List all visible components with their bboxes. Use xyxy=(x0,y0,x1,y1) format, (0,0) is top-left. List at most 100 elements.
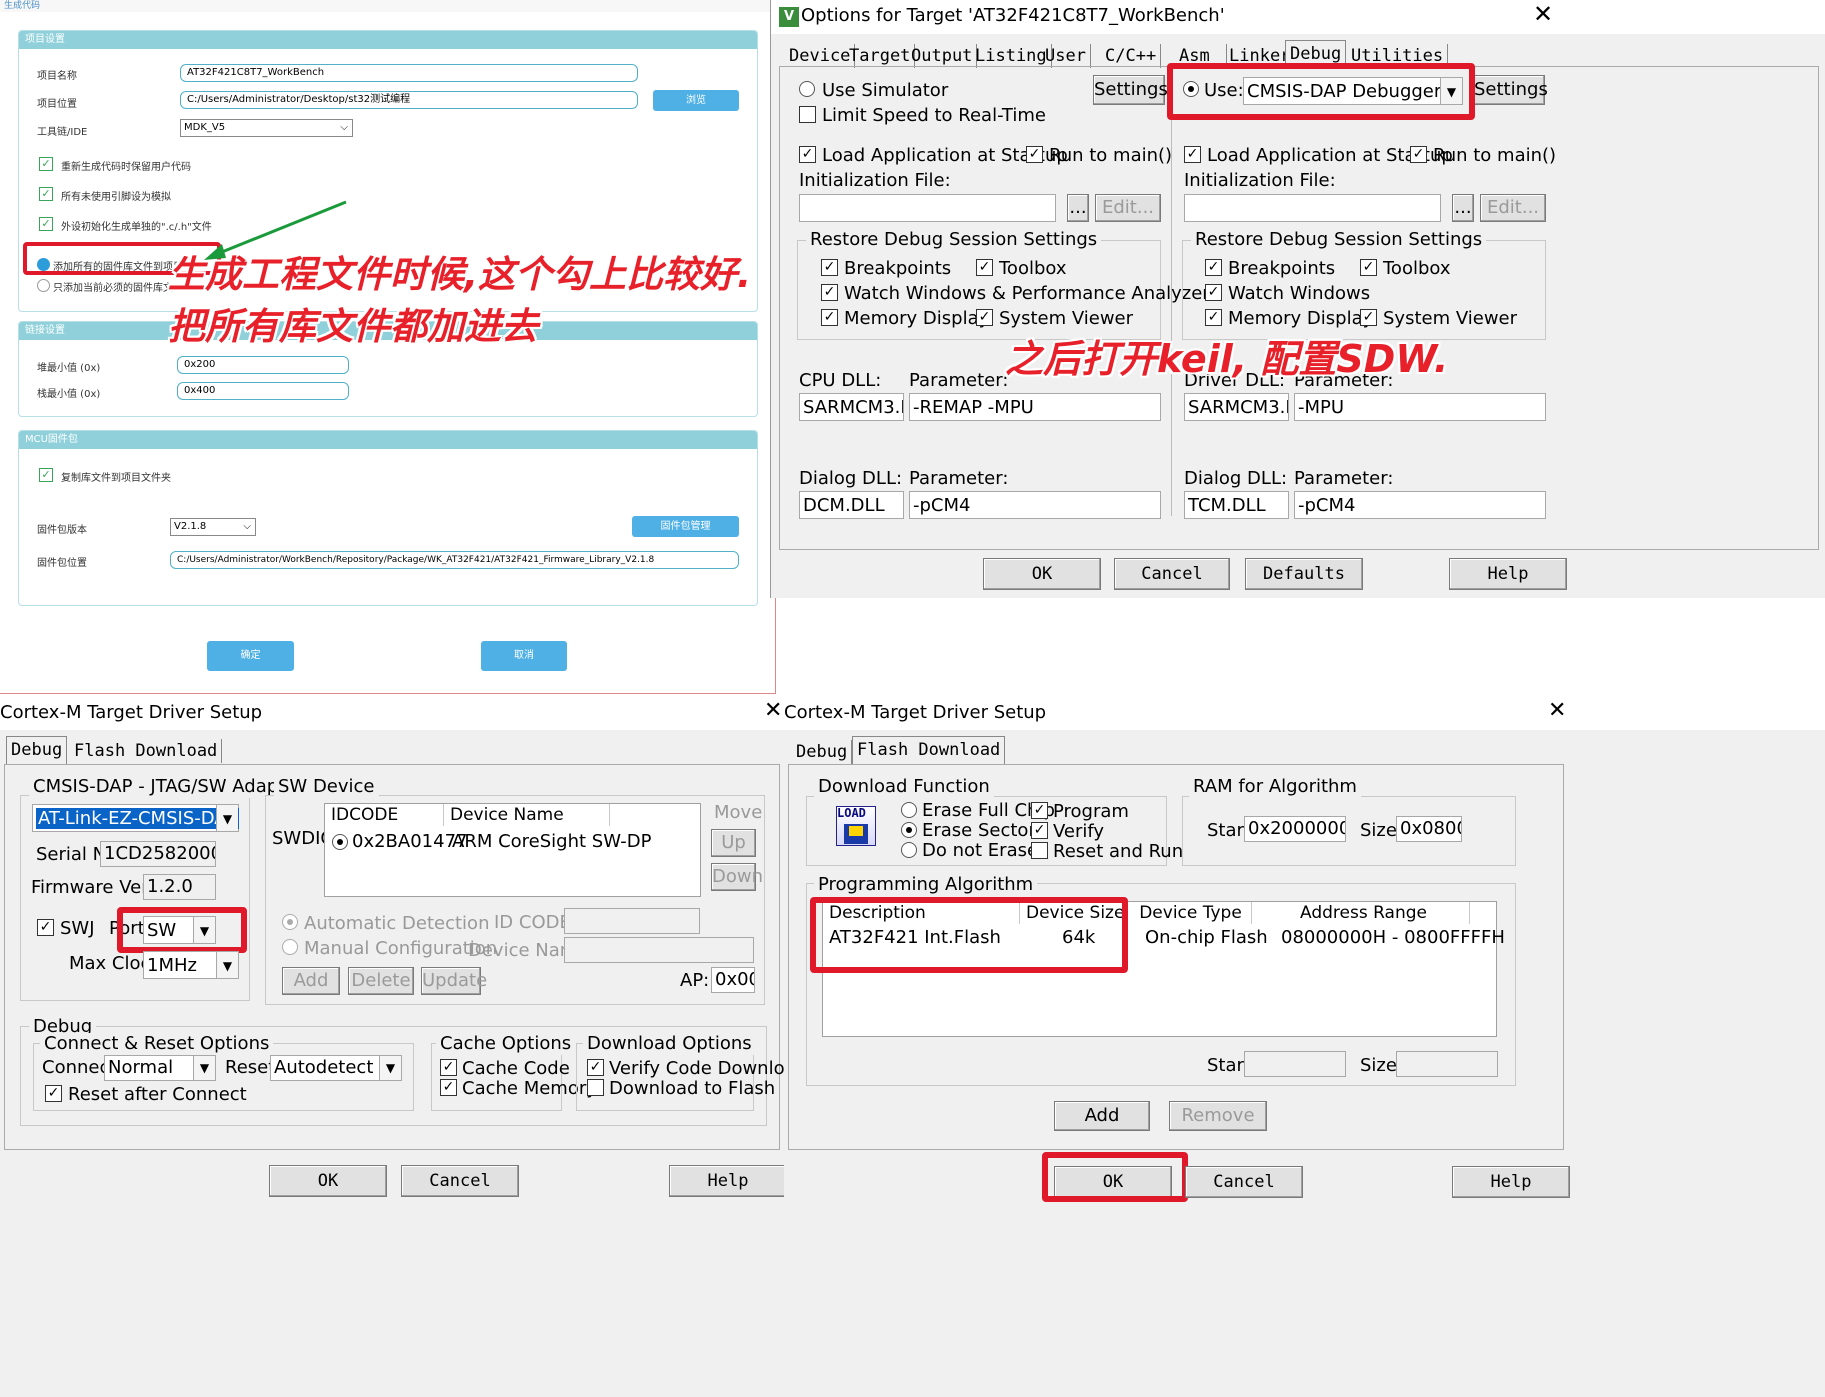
verify-download-checkbox[interactable]: ✓ xyxy=(587,1059,604,1076)
help-button[interactable]: Help xyxy=(1449,558,1567,590)
download-flash-checkbox[interactable] xyxy=(587,1079,604,1096)
tab-listing[interactable]: Listing xyxy=(971,44,1052,68)
down-button[interactable]: Down xyxy=(711,863,763,891)
cache-code-checkbox[interactable]: ✓ xyxy=(440,1059,457,1076)
tab-debug[interactable]: Debug xyxy=(6,736,68,764)
algo-start-input[interactable] xyxy=(1244,1051,1346,1077)
breakpoints-checkbox[interactable]: ✓ xyxy=(821,259,838,276)
up-button[interactable]: Up xyxy=(711,829,756,857)
cancel-button[interactable]: Cancel xyxy=(1185,1166,1303,1198)
tab-flash-download[interactable]: Flash Download xyxy=(852,736,1006,764)
ap-input[interactable]: 0x00 xyxy=(711,967,755,993)
auto-detect-radio[interactable] xyxy=(282,914,298,930)
unused-pins-analog-checkbox[interactable]: ✓ xyxy=(39,187,53,201)
init-file-browse-button[interactable]: ... xyxy=(1067,194,1089,222)
max-clock-select[interactable]: 1MHz ▼ xyxy=(143,951,239,979)
cancel-button[interactable]: 取消 xyxy=(481,641,567,671)
add-required-libs-radio[interactable] xyxy=(37,279,50,292)
init-file-browse-button-right[interactable]: ... xyxy=(1452,194,1474,222)
watch-perf-checkbox[interactable]: ✓ xyxy=(821,284,838,301)
defaults-button[interactable]: Defaults xyxy=(1245,558,1363,590)
reset-select[interactable]: Autodetect ▼ xyxy=(270,1055,402,1081)
project-path-input[interactable]: C:/Users/Administrator/Desktop/st32测试编程 xyxy=(180,91,638,109)
program-checkbox[interactable]: ✓ xyxy=(1031,802,1048,819)
cancel-button[interactable]: Cancel xyxy=(1114,558,1230,590)
cancel-button[interactable]: Cancel xyxy=(401,1165,519,1197)
reset-after-connect-checkbox[interactable]: ✓ xyxy=(45,1085,62,1102)
erase-sectors-radio[interactable] xyxy=(901,822,917,838)
heap-input[interactable]: 0x200 xyxy=(177,356,349,374)
tab-target[interactable]: Target xyxy=(845,44,916,68)
ram-start-input[interactable]: 0x20000000 xyxy=(1244,816,1346,842)
project-name-input[interactable]: AT32F421C8T7_WorkBench xyxy=(180,64,638,82)
dialog-param-input[interactable]: -pCM4 xyxy=(909,491,1161,519)
init-file-edit-button[interactable]: Edit... xyxy=(1095,194,1161,222)
limit-speed-checkbox[interactable] xyxy=(799,106,816,123)
system-viewer-checkbox[interactable]: ✓ xyxy=(976,309,993,326)
erase-full-radio[interactable] xyxy=(901,802,917,818)
connect-select[interactable]: Normal ▼ xyxy=(104,1055,216,1081)
fw-path-input[interactable]: C:/Users/Administrator/WorkBench/Reposit… xyxy=(170,551,739,569)
debugger-settings-button[interactable]: Settings xyxy=(1473,75,1548,105)
no-erase-radio[interactable] xyxy=(901,842,917,858)
tab-debug[interactable]: Debug xyxy=(792,740,853,764)
memory-display-checkbox[interactable]: ✓ xyxy=(821,309,838,326)
swj-checkbox[interactable]: ✓ xyxy=(37,919,54,936)
manual-config-radio[interactable] xyxy=(282,939,298,955)
tab-flash-download[interactable]: Flash Download xyxy=(70,739,223,763)
sw-device-list[interactable]: IDCODE Device Name 0x2BA01477 ARM CoreSi… xyxy=(324,803,701,897)
dialog-param-input-right[interactable]: -pCM4 xyxy=(1294,491,1546,519)
device-name-input[interactable] xyxy=(564,937,754,963)
close-icon[interactable]: ✕ xyxy=(1533,0,1553,28)
algo-size-input[interactable] xyxy=(1396,1051,1498,1077)
load-app-checkbox-right[interactable]: ✓ xyxy=(1184,146,1201,163)
dialog-dll-input-right[interactable]: TCM.DLL xyxy=(1184,491,1289,519)
driver-param-input[interactable]: -MPU xyxy=(1294,393,1546,421)
cache-memory-checkbox[interactable]: ✓ xyxy=(440,1079,457,1096)
watch-checkbox-right[interactable]: ✓ xyxy=(1205,284,1222,301)
breakpoints-checkbox-right[interactable]: ✓ xyxy=(1205,259,1222,276)
init-file-input[interactable] xyxy=(799,194,1056,222)
tab-output[interactable]: Output xyxy=(907,44,978,68)
help-button[interactable]: Help xyxy=(669,1165,786,1197)
driver-dll-input[interactable]: SARMCM3.DLL xyxy=(1184,393,1289,421)
confirm-button[interactable]: 确定 xyxy=(207,641,294,671)
id-code-input[interactable] xyxy=(564,908,700,934)
tab-user[interactable]: User xyxy=(1041,44,1091,68)
reset-run-checkbox[interactable] xyxy=(1031,842,1048,859)
verify-checkbox[interactable]: ✓ xyxy=(1031,822,1048,839)
close-icon[interactable]: ✕ xyxy=(764,700,782,723)
device-select-radio[interactable] xyxy=(332,834,348,850)
browse-button[interactable]: 浏览 xyxy=(653,90,739,111)
fw-version-select[interactable]: V2.1.8 ⌵ xyxy=(170,518,256,536)
use-simulator-radio[interactable] xyxy=(799,81,815,97)
run-to-main-checkbox[interactable]: ✓ xyxy=(1026,146,1043,163)
memory-display-checkbox-right[interactable]: ✓ xyxy=(1205,309,1222,326)
add-button[interactable]: Add xyxy=(1054,1101,1150,1131)
delete-button[interactable]: Delete xyxy=(348,967,414,995)
load-app-checkbox[interactable]: ✓ xyxy=(799,146,816,163)
copy-lib-checkbox[interactable]: ✓ xyxy=(39,468,53,482)
ok-button[interactable]: OK xyxy=(269,1165,387,1197)
separate-files-checkbox[interactable]: ✓ xyxy=(39,217,53,231)
fw-manage-button[interactable]: 固件包管理 xyxy=(632,516,739,537)
run-to-main-checkbox-right[interactable]: ✓ xyxy=(1410,146,1427,163)
simulator-settings-button[interactable]: Settings xyxy=(1093,75,1168,105)
close-icon[interactable]: ✕ xyxy=(1548,700,1566,723)
ide-select[interactable]: MDK_V5 ⌵ xyxy=(180,119,353,137)
ok-button[interactable]: OK xyxy=(983,558,1101,590)
ram-size-input[interactable]: 0x0800 xyxy=(1396,816,1462,842)
toolbox-checkbox[interactable]: ✓ xyxy=(976,259,993,276)
tab-c-cpp[interactable]: C/C++ xyxy=(1101,44,1162,68)
cpu-param-input[interactable]: -REMAP -MPU xyxy=(909,393,1161,421)
init-file-edit-button-right[interactable]: Edit... xyxy=(1480,194,1546,222)
update-button[interactable]: Update xyxy=(421,967,487,995)
toolbox-checkbox-right[interactable]: ✓ xyxy=(1360,259,1377,276)
stack-input[interactable]: 0x400 xyxy=(177,382,349,400)
remove-button[interactable]: Remove xyxy=(1169,1101,1267,1131)
help-button[interactable]: Help xyxy=(1452,1166,1570,1198)
adapter-select[interactable]: AT-Link-EZ-CMSIS-DAP ▼ xyxy=(32,804,240,832)
add-button[interactable]: Add xyxy=(282,967,340,995)
cpu-dll-input[interactable]: SARMCM3.DLL xyxy=(799,393,904,421)
system-viewer-checkbox-right[interactable]: ✓ xyxy=(1360,309,1377,326)
